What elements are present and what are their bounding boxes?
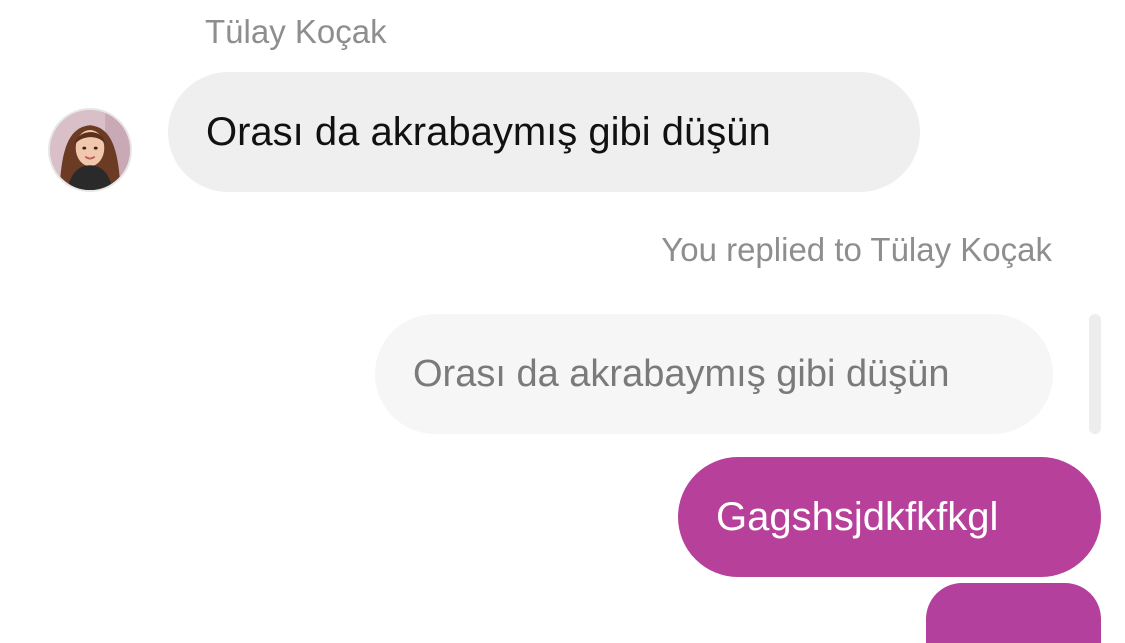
outgoing-message-bubble[interactable]: Gagshsjdkfkfkgl	[678, 457, 1101, 577]
avatar-photo-icon	[50, 110, 130, 190]
reply-indicator-bar	[1089, 314, 1101, 434]
reply-context-label: You replied to Tülay Koçak	[661, 231, 1052, 268]
next-outgoing-message-bubble[interactable]	[926, 583, 1101, 643]
incoming-message-bubble[interactable]: Orası da akrabaymış gibi düşün	[168, 72, 920, 192]
quoted-message-bubble[interactable]: Orası da akrabaymış gibi düşün	[375, 314, 1053, 434]
avatar[interactable]	[48, 108, 132, 192]
sender-name: Tülay Koçak	[205, 13, 387, 50]
